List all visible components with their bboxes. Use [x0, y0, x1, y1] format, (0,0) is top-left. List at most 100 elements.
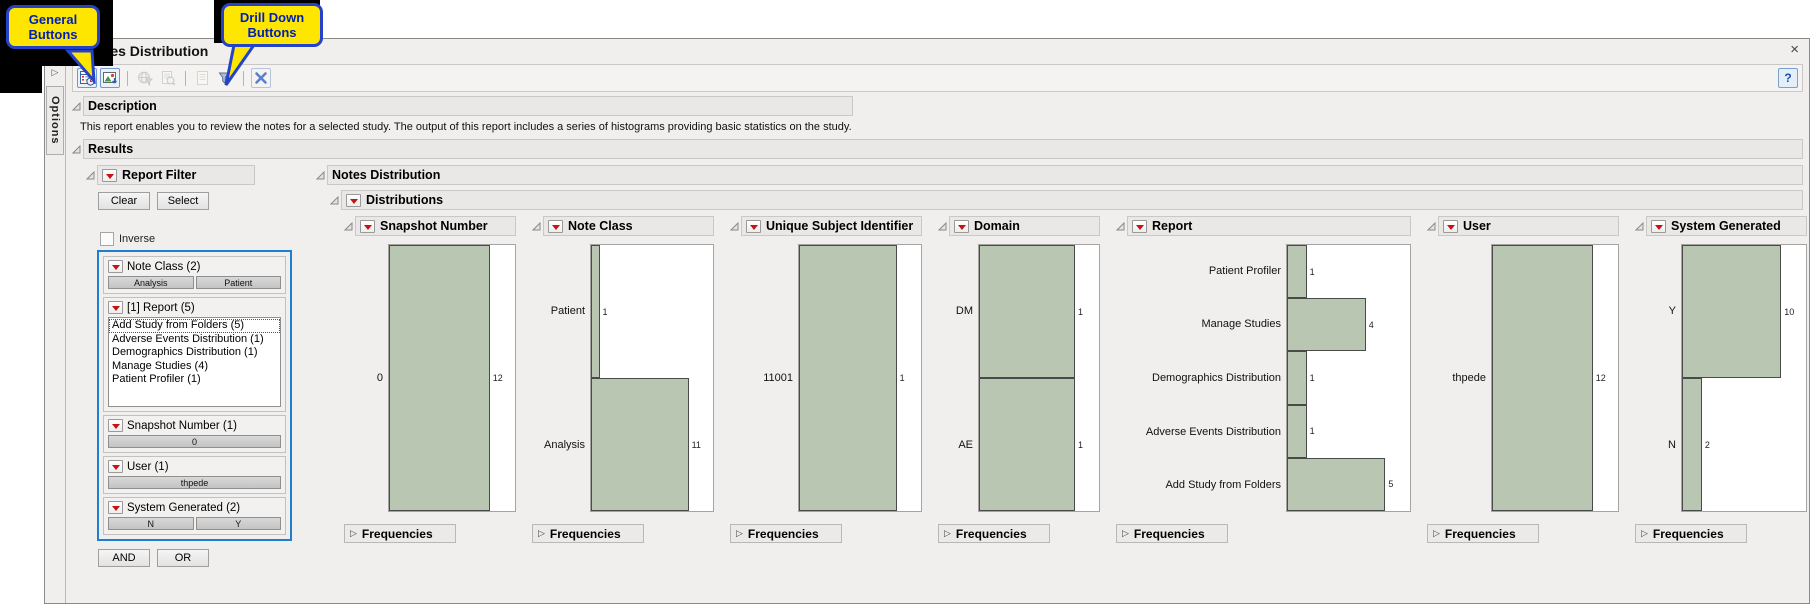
frequencies-button[interactable]: ▷ Frequencies — [938, 524, 1050, 543]
red-triangle-menu-icon[interactable] — [108, 419, 123, 432]
count-label: 1 — [1078, 439, 1084, 450]
frequencies-button[interactable]: ▷ Frequencies — [1427, 524, 1539, 543]
red-triangle-menu-icon[interactable] — [108, 460, 123, 473]
axis-labels: 11001 — [730, 244, 798, 512]
red-triangle-menu-icon[interactable] — [108, 301, 123, 314]
histogram-bar[interactable] — [799, 245, 897, 511]
red-triangle-menu-icon[interactable] — [108, 260, 123, 273]
filter-option-button[interactable]: Patient — [195, 276, 281, 289]
collapse-triangle-icon[interactable] — [730, 221, 739, 231]
histogram-band: 11 — [591, 378, 713, 511]
frequencies-label: Frequencies — [361, 526, 433, 541]
histogram-bar[interactable] — [389, 245, 490, 511]
red-triangle-menu-icon[interactable] — [1651, 219, 1666, 233]
filter-option-button[interactable]: 0 — [108, 435, 281, 448]
histogram-bar[interactable] — [979, 378, 1075, 511]
options-tab[interactable]: Options — [46, 86, 64, 155]
collapse-triangle-icon[interactable] — [1116, 221, 1125, 231]
filter-list-item[interactable]: Adverse Events Distribution (1) — [109, 333, 280, 347]
red-triangle-menu-icon[interactable] — [102, 168, 117, 182]
frequencies-button[interactable]: ▷ Frequencies — [1635, 524, 1747, 543]
filter-list-item[interactable]: Manage Studies (4) — [109, 360, 280, 374]
histogram-band: 1 — [1287, 404, 1410, 458]
histogram-band: 2 — [1682, 378, 1806, 511]
plot-frame: 1 4 1 1 5 — [1286, 244, 1411, 512]
or-button[interactable]: OR — [157, 549, 209, 567]
frequencies-label: Frequencies — [549, 526, 621, 541]
category-label: Analysis — [544, 439, 585, 451]
filter-list-item[interactable]: Add Study from Folders (5) — [109, 319, 280, 333]
histogram-bar[interactable] — [1682, 378, 1702, 511]
frequencies-button[interactable]: ▷ Frequencies — [344, 524, 456, 543]
description-text: This report enables you to review the no… — [80, 121, 852, 133]
filter-list-item[interactable]: Patient Profiler (1) — [109, 373, 280, 387]
filter-group: User (1) thpede — [103, 456, 286, 494]
disclosure-triangle-icon: ▷ — [1641, 528, 1648, 538]
category-label: 11001 — [763, 372, 793, 384]
axis-labels: Patient Profiler Manage Studies Demographi… — [1116, 244, 1286, 512]
collapse-triangle-icon[interactable] — [1635, 221, 1644, 231]
histogram-bar[interactable] — [1287, 351, 1307, 405]
histogram-bar[interactable] — [591, 378, 689, 511]
inverse-checkbox[interactable] — [100, 232, 114, 246]
collapse-triangle-icon[interactable] — [532, 221, 541, 231]
frequencies-button[interactable]: ▷ Frequencies — [532, 524, 644, 543]
help-icon[interactable]: ? — [1778, 68, 1798, 88]
frequencies-button[interactable]: ▷ Frequencies — [1116, 524, 1228, 543]
red-triangle-menu-icon[interactable] — [548, 219, 563, 233]
axis-labels: YN — [1635, 244, 1681, 512]
collapse-triangle-icon[interactable] — [1427, 221, 1436, 231]
count-label: 10 — [1784, 306, 1795, 317]
histogram-bar[interactable] — [1287, 404, 1307, 458]
close-icon[interactable]: × — [1790, 41, 1799, 59]
histogram-bar[interactable] — [1287, 457, 1386, 512]
histogram-bar[interactable] — [591, 245, 600, 378]
collapse-triangle-icon[interactable] — [72, 101, 81, 111]
data-filter-box: Note Class (2) Analysis Patient [1] Report … — [97, 250, 292, 541]
filter-option-button[interactable]: N — [108, 517, 194, 530]
count-label: 1 — [1309, 266, 1315, 277]
count-label: 4 — [1368, 319, 1374, 330]
filter-list-item[interactable]: Demographics Distribution (1) — [109, 346, 280, 360]
histogram: 0 12 — [344, 244, 516, 512]
red-triangle-menu-icon[interactable] — [108, 501, 123, 514]
histogram-band: 10 — [1682, 245, 1806, 378]
collapse-triangle-icon[interactable] — [316, 170, 325, 180]
filter-option-button[interactable]: Analysis — [108, 276, 194, 289]
histogram-bar[interactable] — [1287, 298, 1366, 352]
plot-frame: 12 — [1491, 244, 1619, 512]
histogram-bar[interactable] — [1492, 245, 1593, 511]
collapse-triangle-icon[interactable] — [344, 221, 353, 231]
red-triangle-menu-icon[interactable] — [1443, 219, 1458, 233]
histogram-bar[interactable] — [979, 245, 1075, 378]
red-triangle-menu-icon[interactable] — [746, 219, 761, 233]
filter-option-button[interactable]: thpede — [108, 476, 281, 489]
histogram-row: Snapshot Number 0 12 ▷ Frequencies Note Class… — [344, 216, 1807, 543]
collapse-triangle-icon[interactable] — [86, 170, 95, 180]
red-triangle-menu-icon[interactable] — [954, 219, 969, 233]
frequencies-button[interactable]: ▷ Frequencies — [730, 524, 842, 543]
red-triangle-menu-icon[interactable] — [1132, 219, 1147, 233]
red-triangle-menu-icon[interactable] — [360, 219, 375, 233]
filter-option-button[interactable]: Y — [195, 517, 281, 530]
histogram-bar[interactable] — [1287, 245, 1307, 299]
clear-button[interactable]: Clear — [98, 192, 150, 210]
distribution-column: Domain DM AE 1 1 ▷ Frequencies — [938, 216, 1100, 543]
count-label: 1 — [1078, 306, 1084, 317]
collapse-triangle-icon[interactable] — [938, 221, 947, 231]
filter-group-title: [1] Report (5) — [127, 301, 195, 314]
histogram-band: 5 — [1287, 457, 1410, 512]
distribution-title: Domain — [974, 219, 1020, 233]
collapse-triangle-icon[interactable] — [330, 195, 339, 205]
description-header: Description — [72, 96, 1803, 116]
select-button[interactable]: Select — [157, 192, 209, 210]
axis-labels: DM AE — [938, 244, 978, 512]
histogram-bar[interactable] — [1682, 245, 1782, 378]
collapse-triangle-icon[interactable] — [72, 144, 81, 154]
plot-frame: 1 — [798, 244, 922, 512]
distribution-title: System Generated — [1671, 219, 1781, 233]
category-label: Adverse Events Distribution — [1145, 425, 1281, 438]
distribution-column-header: Domain — [938, 216, 1100, 236]
and-button[interactable]: AND — [98, 549, 150, 567]
red-triangle-menu-icon[interactable] — [346, 193, 361, 207]
